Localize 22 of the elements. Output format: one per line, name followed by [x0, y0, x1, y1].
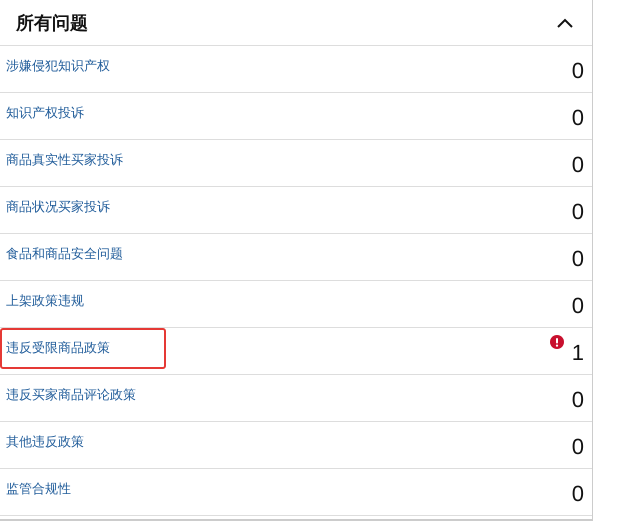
issue-count: 0: [572, 245, 585, 273]
issue-link[interactable]: 知识产权投诉: [0, 93, 166, 134]
issue-link[interactable]: 违反受限商品政策: [0, 328, 166, 369]
issue-count: 0: [572, 386, 585, 414]
issue-count: 0: [572, 198, 585, 226]
issue-count: 0: [572, 57, 585, 85]
issue-link[interactable]: 涉嫌侵犯知识产权: [0, 46, 166, 87]
issue-count: 1: [572, 339, 585, 367]
section-title: 所有问题: [16, 12, 89, 34]
issue-link[interactable]: 商品真实性买家投诉: [0, 140, 166, 181]
issue-link[interactable]: 监管合规性: [0, 469, 166, 510]
issue-count: 0: [572, 433, 585, 461]
issue-link[interactable]: 违反买家商品评论政策: [0, 375, 166, 416]
issue-link[interactable]: 上架政策违规: [0, 281, 166, 322]
issue-count: 0: [572, 151, 585, 179]
issue-link[interactable]: 其他违反政策: [0, 422, 166, 463]
issue-link[interactable]: 商品状况买家投诉: [0, 187, 166, 228]
issue-link[interactable]: 食品和商品安全问题: [0, 234, 166, 275]
issue-count: 0: [572, 292, 585, 320]
issue-count: 0: [572, 480, 585, 508]
issue-count: 0: [572, 104, 585, 132]
chevron-up-icon: [557, 18, 573, 28]
